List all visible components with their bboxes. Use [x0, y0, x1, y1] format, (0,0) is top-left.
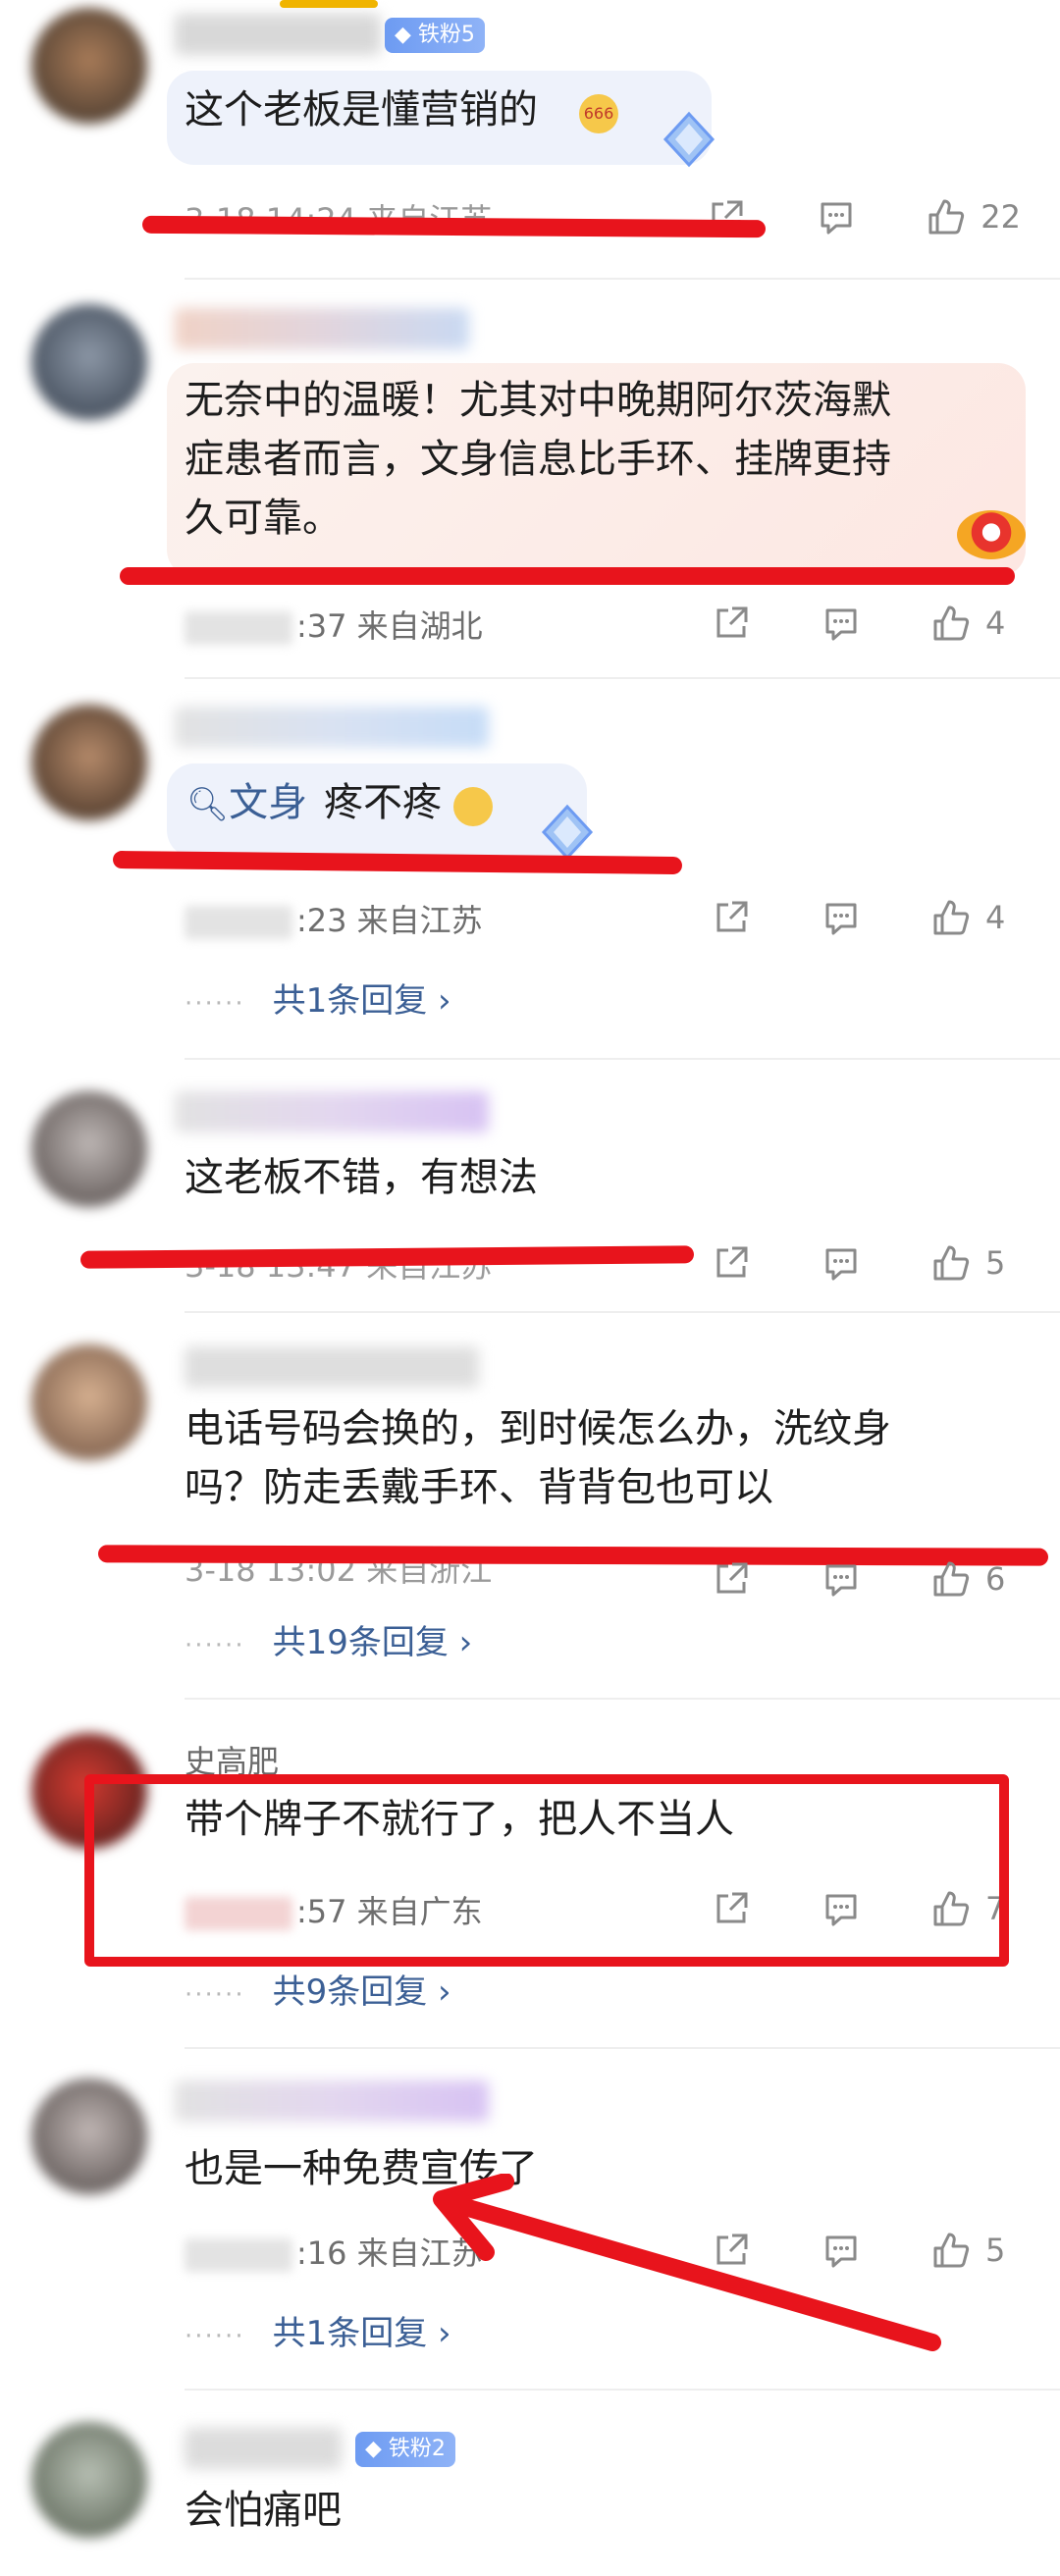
comment-meta: :23 来自江苏 [185, 901, 483, 940]
comment-text-line: 电话号码会换的，到时候怎么办，洗纹身 [185, 1406, 891, 1451]
diamond-icon [538, 803, 597, 862]
emoji-icon [453, 787, 493, 826]
time-blurred [185, 2238, 292, 2272]
divider [185, 1698, 1060, 1700]
avatar[interactable] [31, 304, 147, 420]
comment-text-line: 久可靠。 [185, 496, 342, 541]
annotation-box [84, 1774, 1009, 1967]
chevron-right-icon: › [458, 1623, 473, 1662]
share-icon[interactable] [711, 1558, 752, 1600]
reply-dots: ······ [185, 989, 245, 1019]
username-blurred[interactable] [175, 14, 381, 55]
top-tab-indicator [280, 0, 378, 8]
fan-badge: ◆ 铁粉2 [355, 2432, 455, 2467]
avatar[interactable] [31, 705, 147, 820]
share-icon[interactable] [711, 603, 752, 644]
comment-actions: 6 [642, 1558, 1021, 1600]
comment-actions: 4 [642, 897, 1021, 938]
share-icon[interactable] [711, 897, 752, 938]
avatar[interactable] [31, 1344, 147, 1460]
like-count: 5 [985, 1244, 1006, 1282]
comment-icon[interactable] [816, 196, 857, 237]
comment-text: 会怕痛吧 [185, 2488, 342, 2533]
comment-meta: :37 来自湖北 [185, 606, 483, 646]
like-count: 6 [985, 1560, 1006, 1598]
fan-badge: ◆ 铁粉5 [385, 18, 485, 53]
divider [185, 1311, 1060, 1313]
like-count: 4 [985, 899, 1006, 936]
like-icon[interactable] [930, 1242, 972, 1284]
search-keyword-link[interactable]: 🔍︎文身 [186, 775, 307, 832]
search-icon: 🔍︎ [186, 785, 230, 824]
emoji-icon: 666 [579, 94, 618, 133]
share-icon[interactable] [711, 1242, 752, 1284]
reply-dots: ······ [185, 1631, 245, 1660]
username-blurred[interactable] [175, 1091, 489, 1132]
username-blurred[interactable] [185, 1346, 479, 1388]
divider [185, 2389, 1060, 2391]
comment-actions: 5 [642, 1242, 1021, 1284]
like-count: 4 [985, 605, 1006, 642]
avatar[interactable] [31, 8, 147, 124]
reply-dots: ······ [185, 1980, 245, 2010]
comment-text-line: 无奈中的温暖！尤其对中晚期阿尔茨海默 [185, 378, 891, 423]
like-icon[interactable] [930, 897, 972, 938]
like-icon[interactable] [930, 603, 972, 644]
view-replies-link[interactable]: ······ 共1条回复 › [185, 973, 451, 1022]
chevron-right-icon: › [438, 981, 451, 1021]
comment-icon[interactable] [821, 1242, 862, 1284]
annotation-underline [120, 567, 1015, 585]
view-replies-link[interactable]: ······ 共9条回复 › [185, 1965, 451, 2013]
comment-icon[interactable] [821, 1558, 862, 1600]
avatar[interactable] [31, 2422, 147, 2538]
chevron-right-icon: › [438, 1972, 451, 2012]
like-count: 22 [980, 198, 1021, 236]
view-replies-link[interactable]: ······ 共19条回复 › [185, 1615, 472, 1663]
username-blurred[interactable] [185, 2428, 342, 2469]
username-blurred[interactable] [175, 308, 469, 349]
divider [185, 1058, 1060, 1060]
time-blurred [185, 611, 292, 645]
annotation-underline [112, 850, 683, 875]
view-replies-link[interactable]: ······ 共1条回复 › [185, 2306, 451, 2354]
annotation-arrow [412, 2174, 962, 2370]
comment-icon[interactable] [821, 603, 862, 644]
reply-dots: ······ [185, 2322, 245, 2351]
comment-text-line: 症患者而言，文身信息比手环、挂牌更持 [185, 437, 891, 482]
sticker-icon [957, 510, 1026, 559]
comment-text: 这老板不错，有想法 [185, 1155, 538, 1200]
annotation-underline [80, 1245, 695, 1269]
comment-icon[interactable] [821, 897, 862, 938]
diamond-icon [660, 110, 718, 169]
avatar[interactable] [31, 2078, 147, 2194]
comment-text: 这个老板是懂营销的 [185, 87, 538, 132]
comment-text: 疼不疼 [324, 780, 442, 825]
divider [185, 677, 1060, 679]
like-count: 5 [985, 2232, 1006, 2269]
comment-text-line: 吗？防走丢戴手环、背背包也可以 [185, 1465, 773, 1510]
like-icon[interactable] [926, 196, 967, 237]
comment-actions: 4 [642, 603, 1021, 644]
username-blurred[interactable] [175, 2080, 489, 2122]
divider [185, 2047, 1060, 2049]
divider [185, 278, 1060, 280]
time-blurred [185, 906, 292, 939]
username-blurred[interactable] [175, 707, 489, 748]
avatar[interactable] [31, 1091, 147, 1207]
like-icon[interactable] [930, 1558, 972, 1600]
